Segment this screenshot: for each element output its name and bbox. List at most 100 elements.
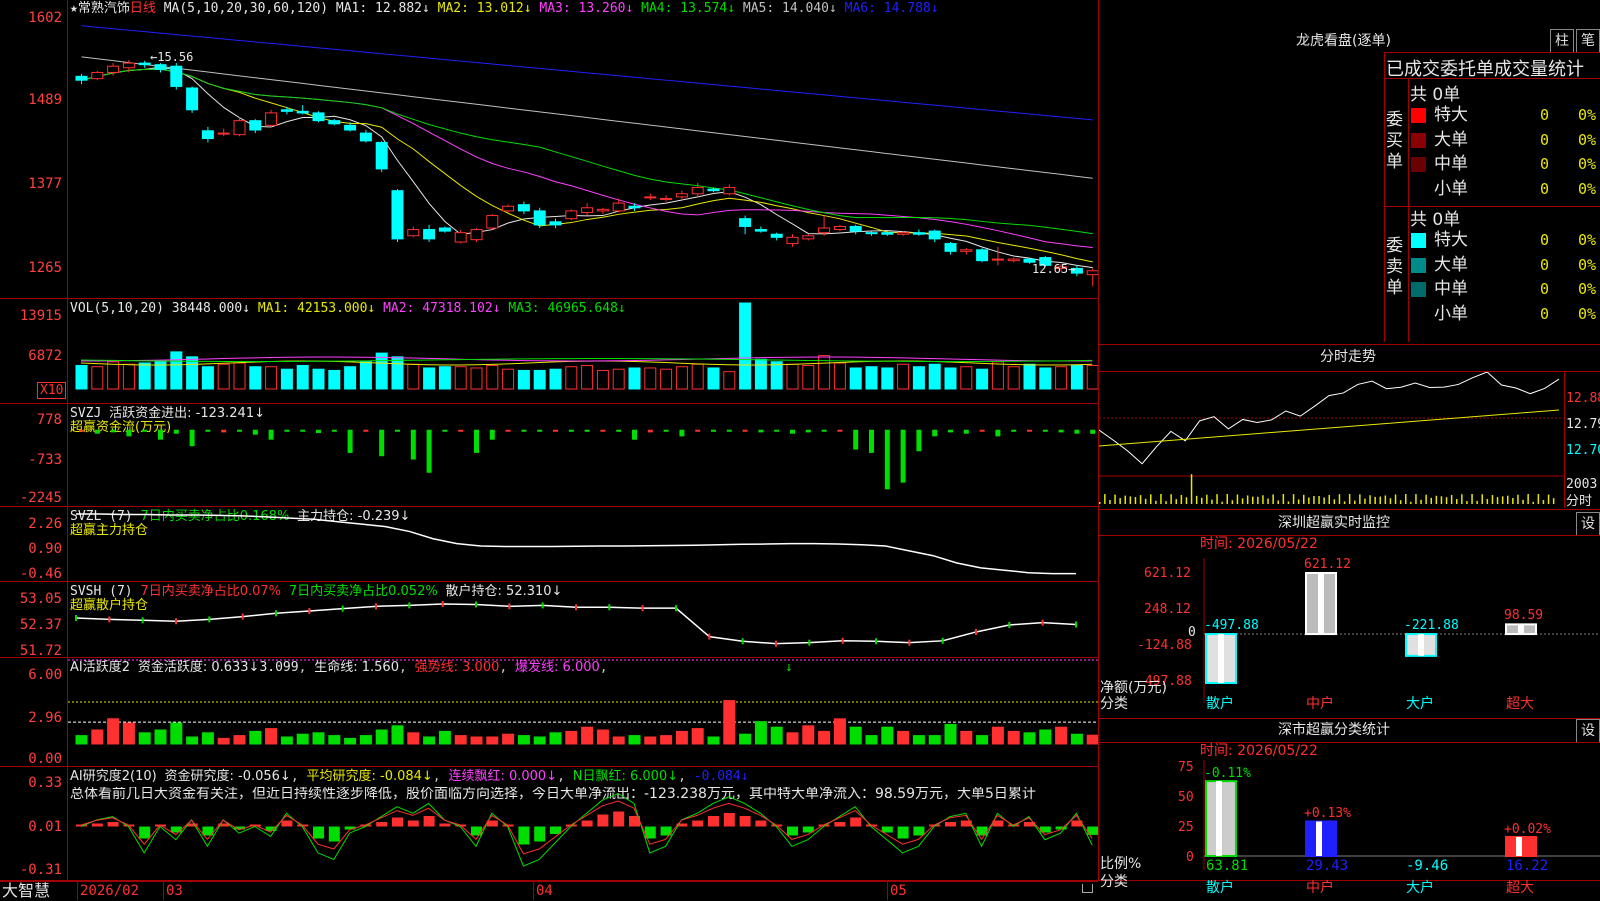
intraday-vol-bar [1379, 496, 1381, 504]
fund-flow-bar [869, 429, 874, 453]
column-view-button[interactable]: 柱 [1550, 29, 1574, 53]
fund-flow-chart[interactable] [68, 404, 1098, 506]
szc-xlabel: 分类 [1100, 874, 1128, 890]
order-pct: 0% [1578, 179, 1597, 198]
candle-body [186, 87, 199, 111]
sz-class-time: 时间: 2026/05/22 [1200, 743, 1318, 759]
color-swatch [1411, 157, 1426, 172]
lock-icon[interactable] [1082, 884, 1093, 893]
activity-bar [691, 728, 704, 745]
intraday-vol-bar [1384, 495, 1387, 504]
sz-monitor-settings-button[interactable]: 设 [1576, 512, 1600, 536]
volume-chart[interactable] [68, 299, 1098, 403]
research-bar [281, 820, 293, 827]
fund-flow-bar [474, 429, 479, 453]
ma3-line [81, 68, 1093, 249]
candle-body [533, 210, 546, 226]
fund-flow-bar [1042, 429, 1048, 432]
volume-bar [754, 358, 767, 390]
candle-body [549, 221, 562, 226]
intraday-vol-bar [1114, 494, 1116, 504]
intraday-chart[interactable] [1099, 372, 1564, 508]
volume-bar [217, 363, 230, 390]
volume-bar [154, 361, 167, 390]
vol-unit-badge[interactable]: X10 [37, 382, 67, 399]
ai-active-chart[interactable] [68, 658, 1098, 766]
candlestick-chart[interactable] [68, 18, 1098, 298]
intraday-vol-bar [1420, 499, 1422, 504]
intraday-vol-bar [1333, 499, 1336, 504]
date-tick-mar: 03 [166, 883, 183, 899]
activity-bar [517, 735, 530, 745]
tick-view-button[interactable]: 笔 [1576, 29, 1600, 53]
ai-active-axis-3: 0.00 [28, 751, 62, 767]
volume-bar [359, 361, 372, 390]
intraday-vol-bar [1532, 501, 1534, 504]
retail-holding-tick [208, 616, 211, 623]
candle-body [802, 235, 815, 240]
activity-bar [612, 736, 625, 745]
research-bar [913, 826, 925, 836]
candle-body [470, 229, 483, 241]
intraday-vol-bar [1552, 498, 1555, 504]
research-bar [439, 823, 451, 827]
sz-class-category: 中户 [1306, 880, 1334, 896]
main-holding-chart[interactable] [68, 507, 1098, 581]
candle-body [833, 225, 846, 231]
intraday-vol-bar [1150, 494, 1152, 504]
order-size-label: 特大 [1434, 230, 1468, 250]
date-tick-apr: 04 [536, 883, 553, 899]
order-count: 0 [1540, 130, 1550, 149]
intraday-time-label: 分时 [1566, 494, 1593, 509]
intraday-vol-bar [1527, 494, 1529, 504]
activity-bar [786, 732, 799, 745]
volume-bar [1070, 364, 1083, 390]
svzj-axis-2: -733 [28, 452, 62, 468]
activity-bar [944, 723, 957, 745]
intraday-vol-bar [1160, 494, 1162, 504]
candle-body [881, 232, 894, 235]
favorite-star-icon[interactable]: ★ [70, 1, 78, 16]
volume-bar [565, 366, 578, 390]
volume-bar [201, 366, 214, 390]
svzl-axis-2: 0.90 [28, 541, 62, 557]
fund-flow-bar [995, 429, 1001, 437]
sz-monitor-value-label: -221.88 [1404, 618, 1459, 634]
sz-monitor-value-label: -497.88 [1204, 618, 1259, 634]
retail-holding-tick [75, 614, 77, 621]
order-size-label: 小单 [1434, 178, 1468, 199]
sz-ylabel: 净额(万元) [1100, 680, 1167, 696]
volume-bar [644, 367, 657, 390]
intraday-vol-bar [1257, 496, 1259, 504]
research-bar [313, 826, 324, 839]
ai-active-axis-2: 2.96 [28, 710, 62, 726]
sz-monitor-value-label: 98.59 [1504, 608, 1544, 624]
retail-holding-tick [108, 616, 111, 623]
fund-flow-bar [679, 429, 685, 437]
activity-bar [1039, 729, 1052, 745]
volume-bar [944, 367, 957, 390]
buy-orders-label: 委买单 [1386, 110, 1403, 172]
ma4-value: MA4: 13.574↓ [641, 1, 736, 16]
brand-logo[interactable]: 大智慧 [2, 882, 50, 900]
ai-research-chart[interactable] [68, 767, 1098, 880]
sz-class-settings-button[interactable]: 设 [1576, 719, 1600, 743]
intraday-vol-bar [1292, 494, 1295, 504]
research-bar [407, 820, 419, 827]
retail-holding-chart[interactable] [68, 582, 1098, 657]
activity-bar [391, 725, 404, 745]
activity-bar [897, 730, 910, 745]
activity-bar [849, 726, 862, 745]
period-label[interactable]: 日线 [130, 1, 156, 16]
ai-research-axis-2: 0.01 [28, 819, 62, 835]
fund-flow-bar [221, 429, 227, 433]
candle-body [707, 188, 720, 192]
activity-bar [881, 726, 894, 745]
volume-bar [849, 367, 862, 390]
sz-monitor-chart[interactable] [1196, 558, 1600, 718]
fund-flow-bar [758, 429, 764, 433]
szc-axis-1: 75 [1178, 760, 1194, 775]
intraday-vol-bar [1165, 501, 1167, 504]
activity-bar [75, 735, 88, 745]
activity-bar [707, 736, 720, 745]
